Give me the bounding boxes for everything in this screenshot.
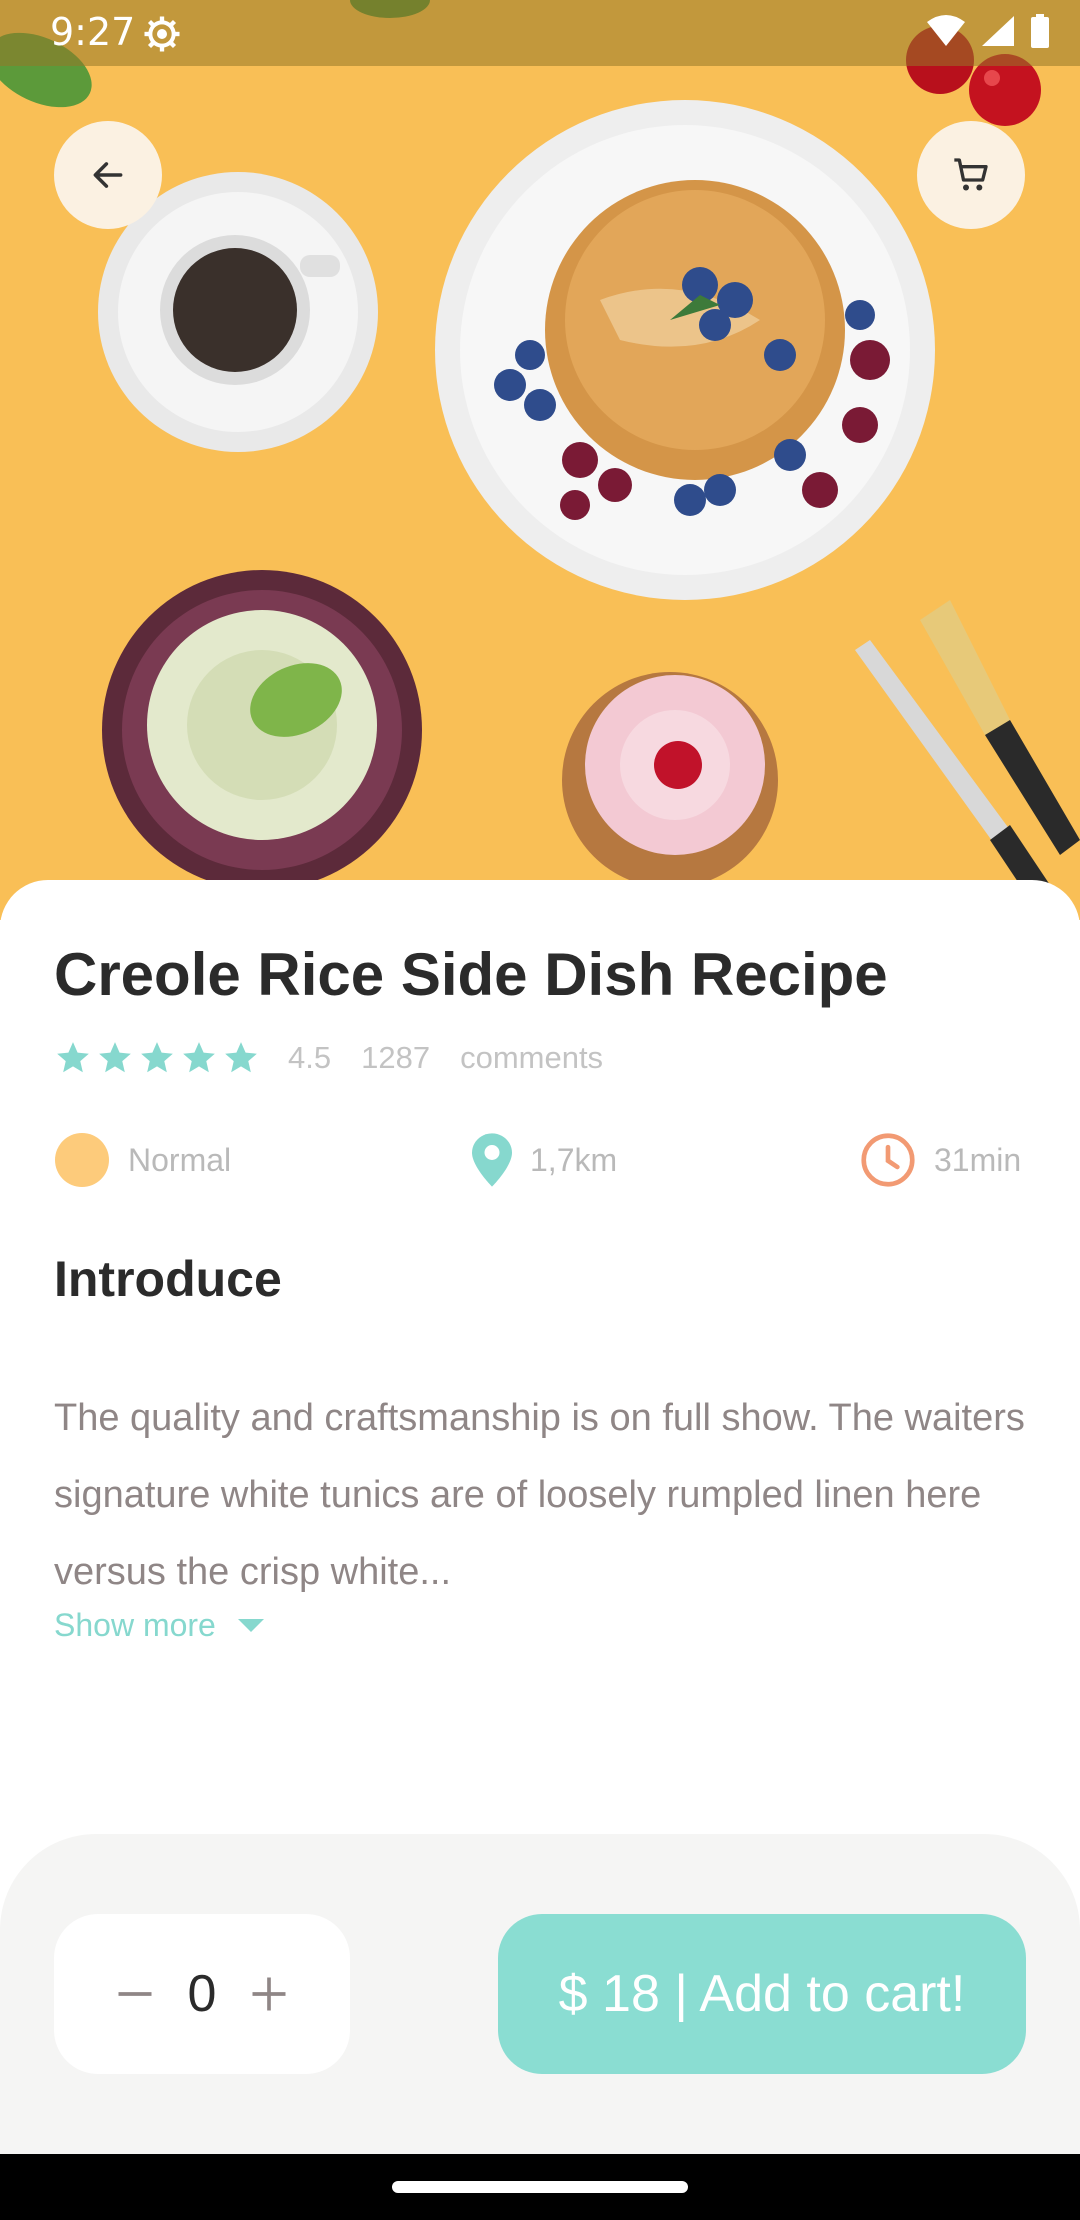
decrease-button[interactable] [110, 1969, 160, 2019]
system-navigation-bar [0, 2154, 1080, 2220]
show-more-link[interactable]: Show more [54, 1607, 264, 1644]
cart-button[interactable] [917, 121, 1025, 229]
settings-gear-icon [144, 16, 180, 52]
introduce-heading: Introduce [54, 1251, 282, 1307]
minus-icon [118, 1992, 152, 1996]
plus-icon [252, 1977, 286, 2011]
quantity-value: 0 [187, 1965, 217, 2023]
status-bar: 9:27 [0, 0, 1080, 66]
arrow-left-icon [93, 162, 123, 188]
quantity-stepper: 0 [54, 1914, 350, 2074]
star-icon [99, 1042, 131, 1073]
hero-food-image: 9:27 [0, 0, 1080, 920]
star-rating [54, 1039, 260, 1077]
star-icon [225, 1042, 257, 1073]
show-more-label: Show more [54, 1607, 216, 1643]
introduce-text: The quality and craftsmanship is on full… [54, 1397, 1025, 1593]
comments-link[interactable]: comments [460, 1040, 603, 1076]
shopping-cart-icon [954, 158, 988, 191]
distance-info: 1,7km [472, 1130, 617, 1190]
battery-icon [1031, 14, 1049, 48]
increase-button[interactable] [244, 1969, 294, 2019]
difficulty-dot-icon [55, 1133, 109, 1187]
star-icon [57, 1042, 89, 1073]
home-gesture-handle[interactable] [392, 2181, 688, 2193]
recipe-title: Creole Rice Side Dish Recipe [54, 941, 888, 1008]
wifi-icon [927, 15, 965, 46]
add-to-cart-button[interactable]: $ 18 | Add to cart! [498, 1914, 1026, 2074]
difficulty-label: Normal [128, 1141, 232, 1178]
location-pin-icon [472, 1133, 512, 1187]
status-time: 9:27 [50, 10, 136, 54]
bottom-cart-panel: 0 $ 18 | Add to cart! [0, 1834, 1080, 2154]
chevron-down-icon [237, 1619, 264, 1632]
recipe-info-row: Normal 1,7km 31min [54, 1130, 1026, 1190]
star-icon [141, 1042, 173, 1073]
time-info: 31min [860, 1130, 1021, 1190]
time-label: 31min [934, 1141, 1022, 1178]
rating-row: 4.5 1287 comments [54, 1035, 603, 1081]
clock-icon [861, 1133, 915, 1187]
status-indicators [926, 14, 1050, 48]
rating-value: 4.5 [288, 1040, 332, 1075]
star-icon [183, 1042, 215, 1073]
food-illustration [0, 0, 1080, 920]
comment-count: 1287 [361, 1040, 431, 1075]
difficulty-info: Normal [54, 1130, 231, 1190]
back-button[interactable] [54, 121, 162, 229]
distance-label: 1,7km [530, 1141, 618, 1178]
cellular-signal-icon [982, 16, 1014, 46]
